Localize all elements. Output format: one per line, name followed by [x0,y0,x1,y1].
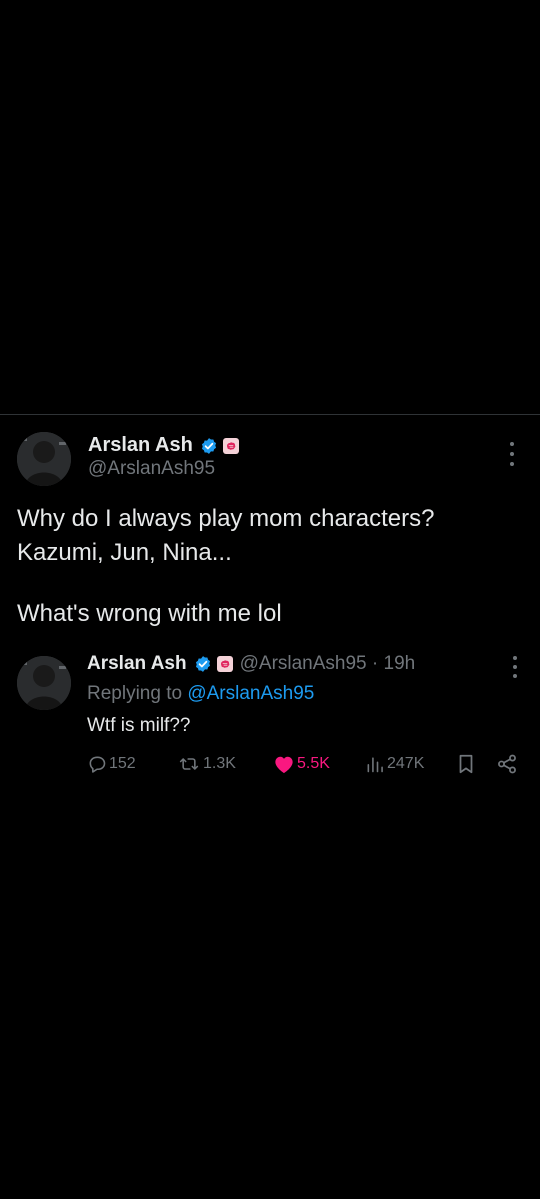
author-handle[interactable]: @ArslanAsh95 [88,458,215,480]
reply-button[interactable]: 152 [87,752,136,776]
like-button[interactable]: 5.5K [273,752,330,776]
retweet-icon [179,758,199,770]
brain-badge-icon[interactable] [216,656,233,672]
share-button[interactable] [496,752,518,776]
brain-badge-icon[interactable] [222,437,239,454]
author-name[interactable]: Arslan Ash [88,434,193,457]
author-row: Arslan Ash [88,434,239,457]
reply-author-name[interactable]: Arslan Ash [87,653,187,675]
verified-badge-icon [200,437,218,455]
tweet-text-line: Kazumi, Jun, Nina... [17,539,232,566]
top-divider [0,414,540,415]
reply-text: Wtf is milf?? [87,715,191,736]
tweet-text-line: Why do I always play mom characters? [17,505,435,532]
views-button[interactable]: 247K [365,752,424,776]
views-count: 247K [387,755,425,772]
heart-icon [275,756,293,774]
retweet-count: 1.3K [203,755,236,772]
reply-count: 152 [109,755,136,772]
retweet-button[interactable]: 1.3K [177,752,236,776]
tweet-text-line: What's wrong with me lol [17,600,282,627]
more-vertical-icon[interactable] [502,442,522,466]
more-vertical-icon[interactable] [505,656,525,678]
replying-to: Replying to @ArslanAsh95 [87,683,314,705]
reply-handle-time[interactable]: @ArslanAsh95 · 19h [240,653,416,675]
reply-author-row: Arslan Ash @ArslanAsh95 · 19h [87,653,415,675]
verified-badge-icon [194,655,212,673]
share-icon [498,754,516,774]
replying-handle-link[interactable]: @ArslanAsh95 [187,683,314,704]
reply-icon [89,756,106,773]
reply-avatar[interactable] [17,656,71,710]
like-count: 5.5K [297,755,330,772]
bookmark-icon [459,754,473,774]
views-icon [367,757,383,773]
avatar[interactable] [17,432,71,486]
bookmark-button[interactable] [457,752,475,776]
replying-prefix: Replying to [87,683,183,704]
